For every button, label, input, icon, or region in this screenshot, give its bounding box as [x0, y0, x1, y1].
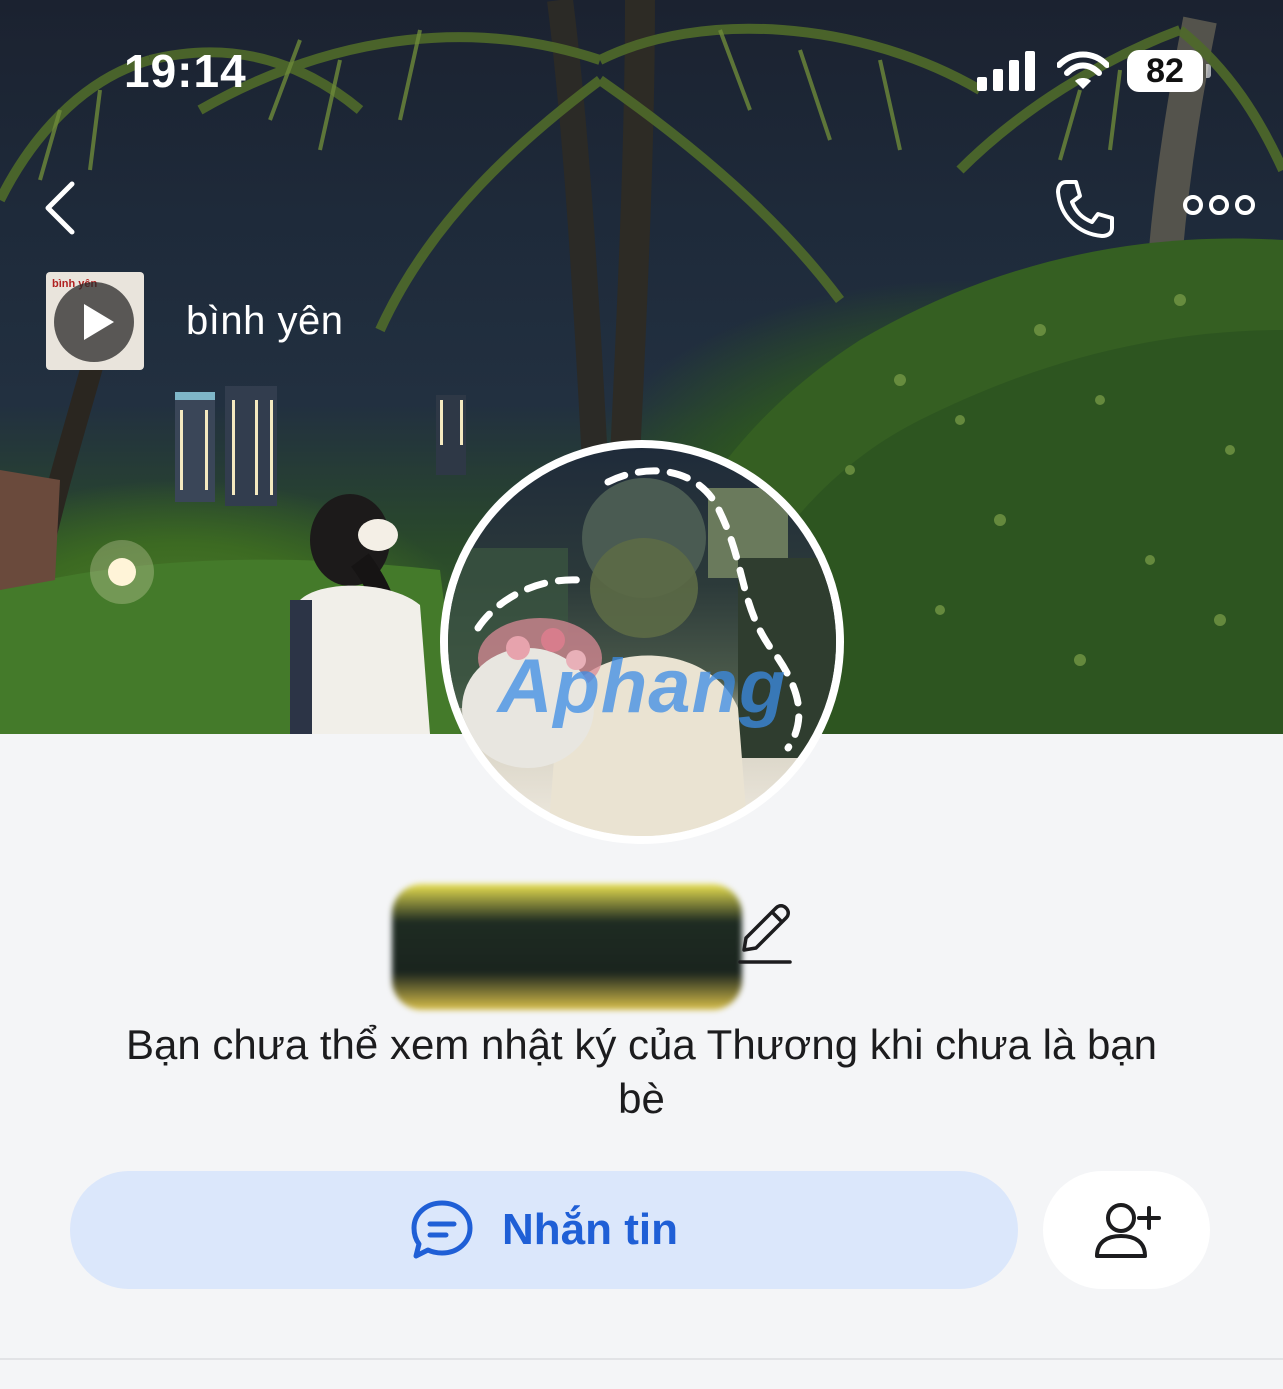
play-icon[interactable]	[54, 282, 134, 362]
music-thumbnail[interactable]: bình yên	[46, 272, 144, 370]
pencil-icon[interactable]	[736, 900, 792, 966]
profile-avatar[interactable]: Aphang	[440, 440, 844, 844]
avatar-watermark: Aphang	[497, 644, 787, 729]
music-title: bình yên	[186, 298, 344, 343]
more-icon[interactable]	[1182, 190, 1256, 220]
signal-icon	[977, 51, 1035, 91]
add-friend-button[interactable]	[1043, 1171, 1210, 1289]
avatar-image: Aphang	[448, 448, 836, 836]
battery-icon: 82	[1127, 50, 1211, 92]
message-button-label: Nhắn tin	[502, 1205, 678, 1254]
section-divider	[0, 1358, 1283, 1360]
status-icons: 82	[977, 50, 1211, 92]
phone-icon[interactable]	[1052, 176, 1118, 240]
status-time: 19:14	[124, 45, 247, 97]
add-friend-icon	[1094, 1203, 1161, 1258]
avatar-scene	[448, 467, 836, 836]
profile-music[interactable]: bình yên bình yên	[46, 272, 376, 370]
chat-bubble-icon	[411, 1200, 473, 1259]
diary-locked-notice: Bạn chưa thể xem nhật ký của Thương khi …	[125, 1021, 1158, 1122]
battery-level: 82	[1146, 51, 1184, 90]
redacted-name	[392, 884, 742, 1010]
message-button[interactable]: Nhắn tin	[70, 1171, 1018, 1289]
back-icon[interactable]	[40, 180, 80, 236]
wifi-icon	[1057, 51, 1109, 89]
